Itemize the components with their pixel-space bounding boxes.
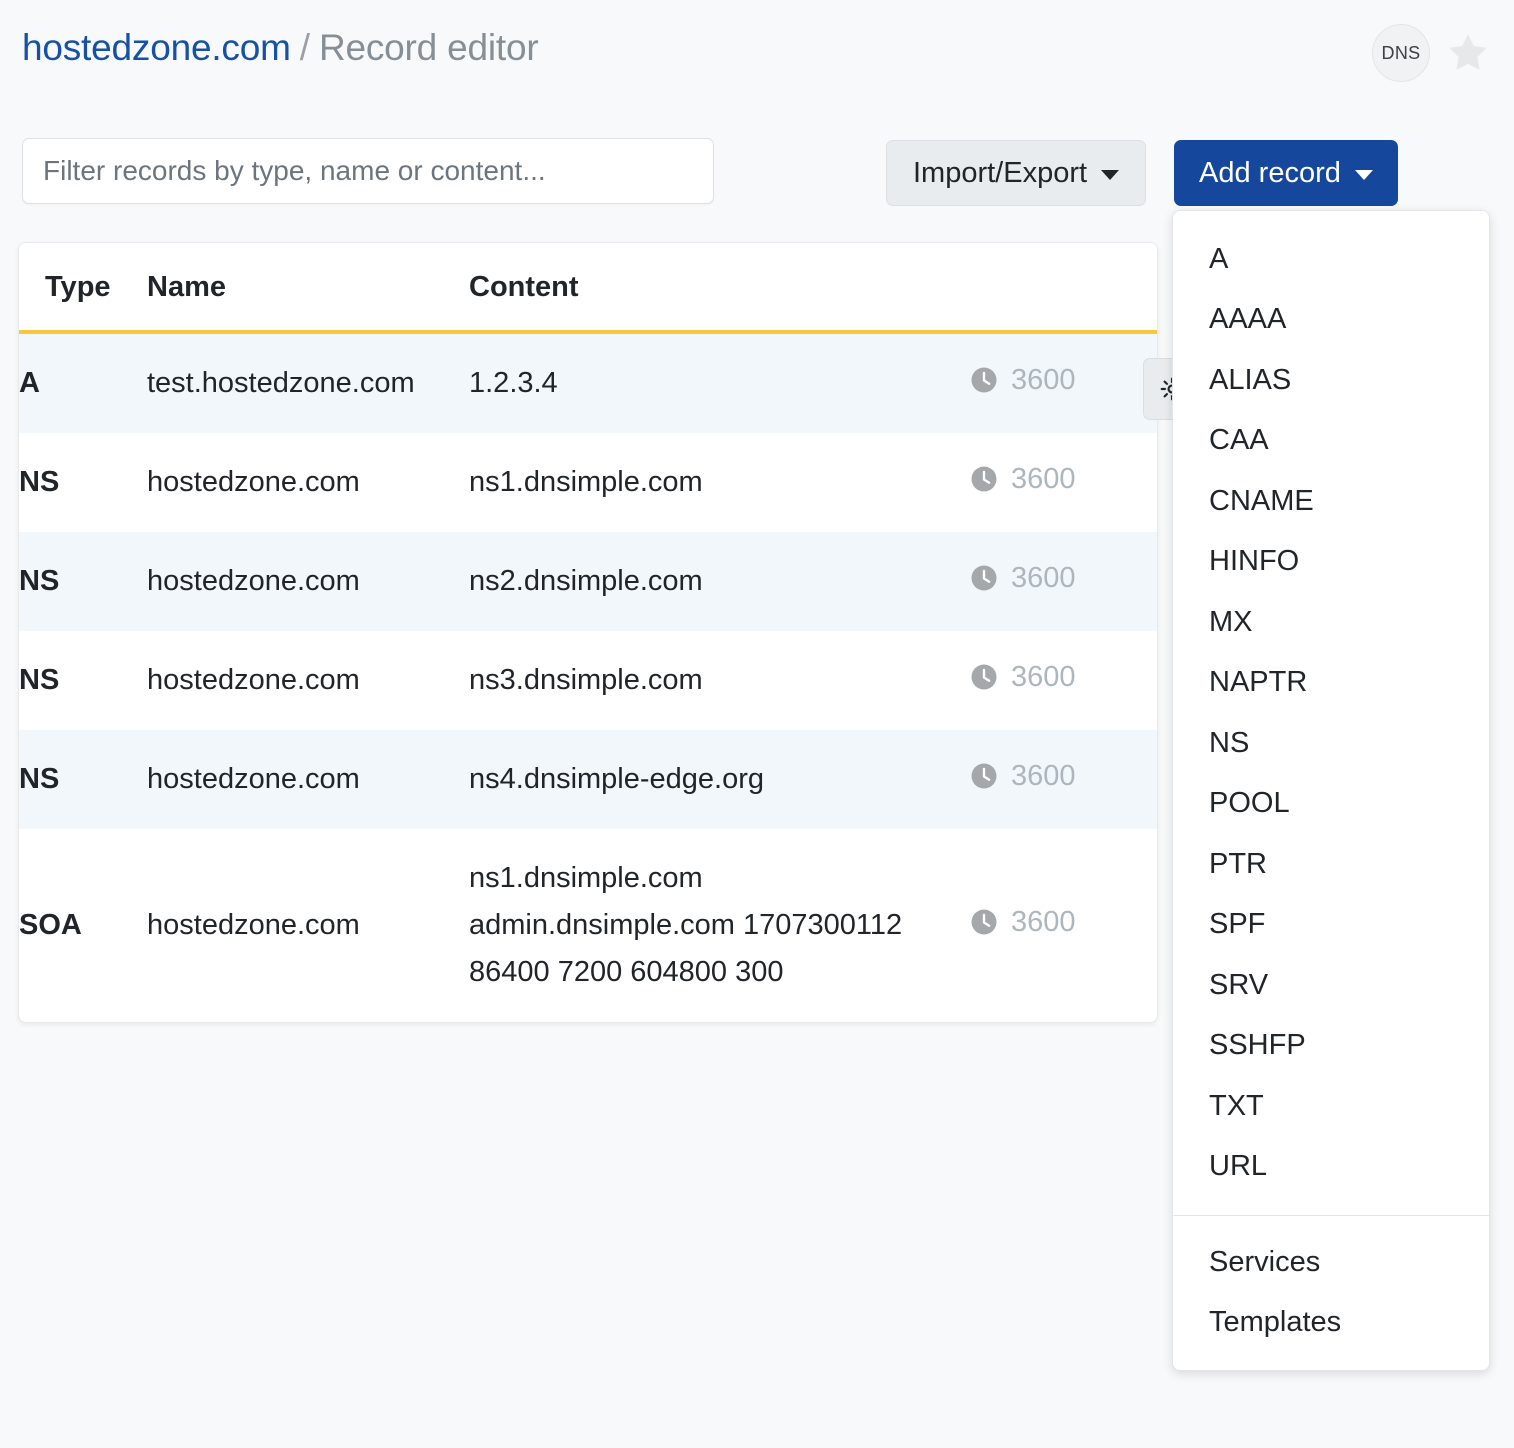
dropdown-item-spf[interactable]: SPF [1173,894,1489,954]
import-export-button[interactable]: Import/Export [886,140,1146,206]
record-ttl: 3600 [969,532,1158,631]
record-ttl-value: 3600 [1011,364,1076,397]
dropdown-item-alias[interactable]: ALIAS [1173,350,1489,410]
dropdown-item-caa[interactable]: CAA [1173,410,1489,470]
column-header-actions [969,243,1158,332]
record-type: NS [19,532,147,631]
add-record-button[interactable]: Add record [1174,140,1398,206]
record-ttl: 3600 [969,631,1158,730]
clock-icon [969,464,999,494]
record-ttl: 3600 [969,332,1158,433]
record-type: NS [19,631,147,730]
dropdown-item-txt[interactable]: TXT [1173,1076,1489,1136]
record-content: ns2.dnsimple.com [469,532,969,631]
record-content: ns4.dnsimple-edge.org [469,730,969,829]
table-header-row: Type Name Content [19,243,1158,332]
records-toolbar: Import/Export Add record [22,138,1492,204]
record-ttl-value: 3600 [1011,906,1076,939]
dropdown-record-types: AAAAAALIASCAACNAMEHINFOMXNAPTRNSPOOLPTRS… [1173,229,1489,1197]
records-card: Type Name Content Atest.hostedzone.com1.… [18,242,1158,1023]
dropdown-item-a[interactable]: A [1173,229,1489,289]
records-table: Type Name Content Atest.hostedzone.com1.… [19,243,1158,1022]
dropdown-item-ns[interactable]: NS [1173,713,1489,773]
clock-icon [969,563,999,593]
breadcrumb-separator: / [300,27,310,69]
record-content: ns3.dnsimple.com [469,631,969,730]
chevron-down-icon [1101,170,1119,180]
dropdown-item-aaaa[interactable]: AAAA [1173,289,1489,349]
record-ttl: 3600 [969,829,1158,1022]
record-type: A [19,332,147,433]
dropdown-extras: ServicesTemplates [1173,1232,1489,1353]
dropdown-item-hinfo[interactable]: HINFO [1173,531,1489,591]
record-ttl: 3600 [969,730,1158,829]
record-name: hostedzone.com [147,730,469,829]
record-ttl-value: 3600 [1011,661,1076,694]
breadcrumb-zone-link[interactable]: hostedzone.com [22,27,291,69]
page-title: Record editor [319,27,539,69]
column-header-type[interactable]: Type [19,243,147,332]
record-name: hostedzone.com [147,433,469,532]
dropdown-item-srv[interactable]: SRV [1173,955,1489,1015]
record-name: test.hostedzone.com [147,332,469,433]
record-ttl-value: 3600 [1011,760,1076,793]
dns-badge-label: DNS [1382,43,1421,64]
record-type: SOA [19,829,147,1022]
table-row[interactable]: NShostedzone.comns4.dnsimple-edge.org 360… [19,730,1158,829]
dropdown-divider [1173,1215,1489,1216]
clock-icon [969,761,999,791]
record-ttl-value: 3600 [1011,562,1076,595]
record-content: 1.2.3.4 [469,332,969,433]
record-type: NS [19,730,147,829]
record-type: NS [19,433,147,532]
dropdown-item-cname[interactable]: CNAME [1173,471,1489,531]
table-row[interactable]: Atest.hostedzone.com1.2.3.4 3600 [19,332,1158,433]
record-ttl-value: 3600 [1011,463,1076,496]
records-table-head: Type Name Content [19,243,1158,332]
record-content: ns1.dnsimple.com admin.dnsimple.com 1707… [469,829,969,1022]
dropdown-item-sshfp[interactable]: SSHFP [1173,1015,1489,1075]
filter-records-input[interactable] [22,138,714,204]
record-ttl: 3600 [969,433,1158,532]
column-header-name[interactable]: Name [147,243,469,332]
chevron-down-icon [1355,170,1373,180]
add-record-dropdown-menu: AAAAAALIASCAACNAMEHINFOMXNAPTRNSPOOLPTRS… [1172,210,1490,1371]
add-record-label: Add record [1199,157,1341,190]
breadcrumb: hostedzone.com / Record editor DNS [22,20,1492,76]
column-header-content[interactable]: Content [469,243,969,332]
import-export-label: Import/Export [913,157,1087,190]
record-name: hostedzone.com [147,532,469,631]
record-name: hostedzone.com [147,631,469,730]
dropdown-item-templates[interactable]: Templates [1173,1292,1489,1352]
clock-icon [969,907,999,937]
table-row[interactable]: SOAhostedzone.comns1.dnsimple.com admin.… [19,829,1158,1022]
table-row[interactable]: NShostedzone.comns3.dnsimple.com 3600 [19,631,1158,730]
clock-icon [969,662,999,692]
dropdown-item-mx[interactable]: MX [1173,592,1489,652]
table-row[interactable]: NShostedzone.comns1.dnsimple.com 3600 [19,433,1158,532]
dropdown-item-naptr[interactable]: NAPTR [1173,652,1489,712]
dropdown-item-ptr[interactable]: PTR [1173,834,1489,894]
table-row[interactable]: NShostedzone.comns2.dnsimple.com 3600 [19,532,1158,631]
star-icon[interactable] [1444,29,1492,77]
record-name: hostedzone.com [147,829,469,1022]
dropdown-item-pool[interactable]: POOL [1173,773,1489,833]
dns-badge[interactable]: DNS [1372,24,1430,82]
dropdown-item-services[interactable]: Services [1173,1232,1489,1292]
clock-icon [969,365,999,395]
header-actions: DNS [1372,24,1492,82]
records-table-body: Atest.hostedzone.com1.2.3.43600NShostedz… [19,332,1158,1022]
dropdown-item-url[interactable]: URL [1173,1136,1489,1196]
record-content: ns1.dnsimple.com [469,433,969,532]
